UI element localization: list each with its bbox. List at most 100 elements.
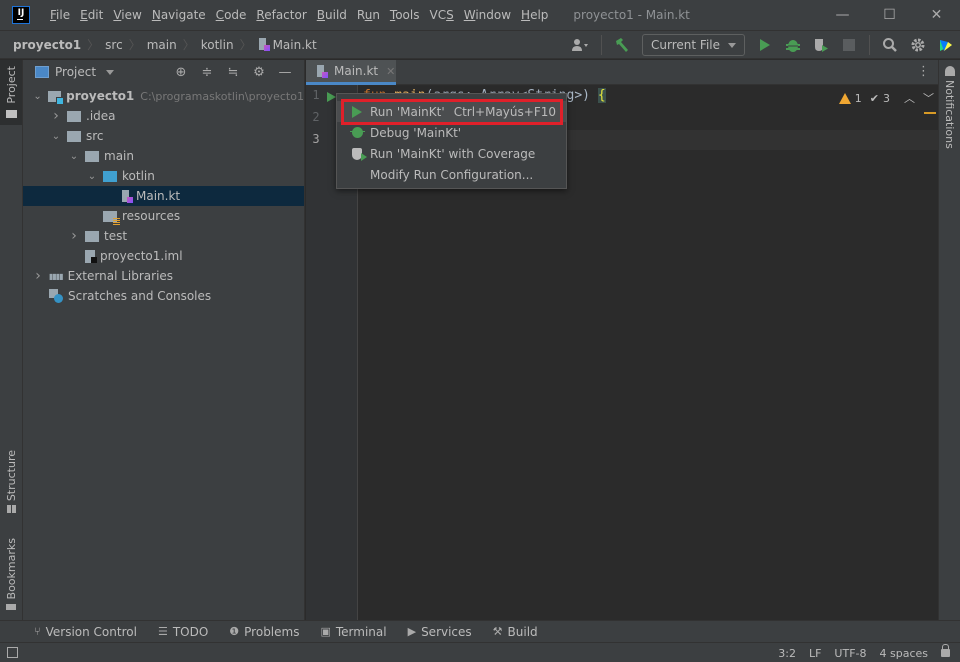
- module-icon: [48, 90, 65, 105]
- menu-file[interactable]: File: [45, 0, 75, 30]
- menu-item-run-coverage[interactable]: Run 'MainKt' with Coverage: [337, 143, 566, 164]
- toolbox-icon[interactable]: [934, 33, 958, 57]
- status-bar: 3:2 LF UTF-8 4 spaces: [0, 642, 960, 662]
- next-highlight-icon[interactable]: ﹀: [923, 90, 934, 106]
- breadcrumb-src[interactable]: src: [105, 38, 123, 52]
- chevron-right-icon[interactable]: ›: [31, 268, 45, 284]
- chevron-down-icon[interactable]: ⌄: [49, 131, 63, 142]
- chevron-down-icon[interactable]: ⌄: [85, 171, 99, 182]
- tree-item-proyecto1-iml[interactable]: proyecto1.iml: [23, 246, 304, 266]
- tree-item-label: External Libraries: [67, 269, 174, 283]
- more-tabs-icon[interactable]: ⋮: [917, 64, 930, 79]
- gear-icon[interactable]: ⚙: [246, 65, 272, 80]
- bell-icon: [944, 66, 955, 76]
- minimize-button[interactable]: —: [819, 0, 866, 30]
- menu-navigate[interactable]: Navigate: [147, 0, 211, 30]
- menu-run[interactable]: Run: [352, 0, 385, 30]
- menu-tools[interactable]: Tools: [385, 0, 425, 30]
- menu-item-debug[interactable]: Debug 'MainKt': [337, 122, 566, 143]
- tree-item-label: kotlin: [122, 169, 155, 183]
- tree-item-label: .idea: [86, 109, 116, 123]
- breadcrumb-file[interactable]: Main.kt: [273, 38, 317, 52]
- chevron-right-icon[interactable]: ›: [49, 108, 63, 124]
- shortcut-label: Ctrl+Mayús+F10: [453, 104, 556, 119]
- menu-build[interactable]: Build: [312, 0, 352, 30]
- breadcrumb-main[interactable]: main: [147, 38, 177, 52]
- locate-file-icon[interactable]: ⊕: [168, 65, 194, 80]
- tree-item-scratches-and-consoles[interactable]: Scratches and Consoles: [23, 286, 304, 306]
- menu-item-run[interactable]: Run 'MainKt' Ctrl+Mayús+F10: [337, 101, 566, 122]
- run-icon[interactable]: [753, 33, 777, 57]
- menu-window[interactable]: Window: [459, 0, 516, 30]
- search-icon[interactable]: [878, 33, 902, 57]
- caret-position[interactable]: 3:2: [778, 647, 796, 660]
- breadcrumb-kotlin[interactable]: kotlin: [201, 38, 234, 52]
- project-tool-button[interactable]: Project: [0, 60, 22, 125]
- inspection-widget[interactable]: 1 ✔ 3 ︿ ﹀: [835, 90, 938, 106]
- tool-window-label: Build: [507, 624, 538, 639]
- debug-icon: [349, 127, 365, 138]
- tool-window-terminal[interactable]: ▣ Terminal: [320, 625, 386, 639]
- notifications-tool-button[interactable]: Notifications: [939, 60, 960, 149]
- hide-panel-icon[interactable]: —: [272, 65, 298, 80]
- intellij-logo-icon[interactable]: IJ: [12, 6, 30, 24]
- tool-window-problems[interactable]: ❶ Problems: [229, 625, 299, 639]
- tree-item-idea[interactable]: › .idea: [23, 106, 304, 126]
- menu-refactor[interactable]: Refactor: [251, 0, 311, 30]
- toggle-tool-windows-icon[interactable]: [7, 647, 18, 658]
- main-menu: File Edit View Navigate Code Refactor Build Run…: [45, 0, 553, 30]
- line-separator[interactable]: LF: [809, 647, 821, 660]
- tree-item-label: src: [86, 129, 104, 143]
- tool-window-version-control[interactable]: ⑂ Version Control: [34, 625, 137, 639]
- tool-window-services[interactable]: ▶ Services: [408, 625, 472, 639]
- indent-setting[interactable]: 4 spaces: [880, 647, 929, 660]
- gutter-run-icon[interactable]: [327, 92, 336, 102]
- collapse-all-icon[interactable]: ≒: [220, 65, 246, 80]
- breadcrumb-separator: 〉: [87, 38, 100, 52]
- structure-tool-button[interactable]: Structure: [0, 450, 22, 515]
- maximize-button[interactable]: ☐: [866, 0, 913, 30]
- menu-edit[interactable]: Edit: [75, 0, 108, 30]
- warning-stripe-mark[interactable]: [924, 112, 936, 114]
- tree-item-external-libraries[interactable]: › ▮▮▮▮ External Libraries: [23, 266, 304, 286]
- tree-item-src[interactable]: ⌄ src: [23, 126, 304, 146]
- debug-icon[interactable]: [781, 33, 805, 57]
- file-encoding[interactable]: UTF-8: [834, 647, 866, 660]
- settings-icon[interactable]: [906, 33, 930, 57]
- menu-code[interactable]: Code: [211, 0, 252, 30]
- menu-item-modify-run-config[interactable]: Modify Run Configuration...: [337, 164, 566, 185]
- project-view-icon: [35, 66, 49, 78]
- project-path: C:\programaskotlin\proyecto1: [140, 89, 304, 103]
- tree-item-proyecto1[interactable]: ⌄ proyecto1 C:\programaskotlin\proyecto1: [23, 86, 304, 106]
- tree-item-test[interactable]: › test: [23, 226, 304, 246]
- previous-highlight-icon[interactable]: ︿: [904, 90, 915, 106]
- tree-item-resources[interactable]: resources: [23, 206, 304, 226]
- breadcrumb-project[interactable]: proyecto1: [13, 38, 81, 52]
- bookmarks-tool-button[interactable]: Bookmarks: [0, 538, 22, 610]
- chevron-down-icon[interactable]: ⌄: [31, 91, 44, 102]
- project-view-selector[interactable]: Project: [55, 65, 96, 79]
- tool-window-todo[interactable]: ☰ TODO: [158, 625, 208, 639]
- user-icon[interactable]: [569, 33, 593, 57]
- close-window-button[interactable]: ✕: [913, 0, 960, 30]
- unlock-icon[interactable]: [941, 644, 950, 657]
- tab-main-kt[interactable]: Main.kt ✕: [306, 60, 396, 85]
- tree-item-main[interactable]: ⌄ main: [23, 146, 304, 166]
- stop-icon[interactable]: [837, 33, 861, 57]
- tree-item-main-kt[interactable]: Main.kt: [23, 186, 304, 206]
- tool-window-build[interactable]: ⚒ Build: [493, 625, 538, 639]
- close-tab-icon[interactable]: ✕: [386, 65, 395, 78]
- chevron-down-icon[interactable]: ⌄: [67, 151, 81, 162]
- project-panel-header: Project ⊕ ≑ ≒ ⚙ —: [23, 60, 304, 84]
- run-configuration-selector[interactable]: Current File: [642, 34, 745, 56]
- menu-vcs[interactable]: VCS: [425, 0, 459, 30]
- chevron-down-icon[interactable]: [106, 69, 115, 75]
- build-hammer-icon[interactable]: [610, 33, 634, 57]
- tab-label: Main.kt: [334, 64, 379, 78]
- expand-all-icon[interactable]: ≑: [194, 65, 220, 80]
- menu-help[interactable]: Help: [516, 0, 553, 30]
- chevron-right-icon[interactable]: ›: [67, 228, 81, 244]
- menu-view[interactable]: View: [108, 0, 146, 30]
- tree-item-kotlin[interactable]: ⌄ kotlin: [23, 166, 304, 186]
- coverage-icon[interactable]: [809, 33, 833, 57]
